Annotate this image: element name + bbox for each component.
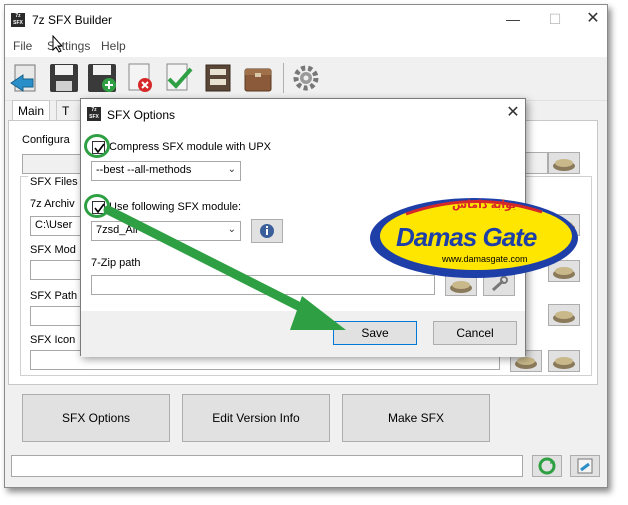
highlight-circle-module [84,194,110,218]
make-sfx-button[interactable]: Make SFX [342,394,490,442]
toolbar [5,57,607,101]
refresh-icon[interactable] [532,455,562,477]
dialog-app-icon: 7z SFX [87,107,101,121]
sfx-options-button[interactable]: SFX Options [22,394,170,442]
configuration-field[interactable] [22,154,82,174]
archive-path-field[interactable]: C:\User [30,216,82,236]
settings-gear-icon[interactable] [289,61,323,95]
delete-icon[interactable] [123,61,157,95]
upx-options-select[interactable]: --best --all-methods ⌄ [91,161,241,181]
minimize-button[interactable]: — [503,9,523,29]
open-icon[interactable] [9,61,43,95]
maximize-button[interactable]: ☐ [545,9,565,29]
app-icon: 7z SFX [11,13,25,27]
upx-options-value: --best --all-methods [96,164,192,176]
module-label: SFX Mod [30,244,76,256]
dialog-footer: Save Cancel [81,311,525,357]
dialog-title: SFX Options [107,108,176,122]
check-icon[interactable] [161,61,195,95]
edit-version-info-button[interactable]: Edit Version Info [182,394,330,442]
damasgate-logo: بوابة داماس Damas Gate www.damasgate.com [366,184,582,282]
title-bar: 7z SFX 7z SFX Builder — ☐ ✕ [5,5,607,35]
package-icon[interactable] [241,61,275,95]
menu-help[interactable]: Help [101,39,126,53]
info-button[interactable] [251,219,283,243]
close-button[interactable]: ✕ [583,9,603,29]
mouse-cursor-icon [52,35,64,53]
configuration-label: Configura [22,134,70,146]
chevron-down-icon: ⌄ [227,164,236,175]
logo-url-text: www.damasgate.com [442,254,528,264]
toolbar-separator [283,63,284,93]
window-title: 7z SFX Builder [32,13,113,27]
dialog-title-bar: 7z SFX SFX Options ✕ [81,99,525,129]
icon-label: SFX Icon [30,334,76,346]
archive-icon[interactable] [201,61,235,95]
config-load-icon[interactable] [548,152,580,174]
status-field [11,455,523,477]
info-icon [260,224,274,238]
menu-file[interactable]: File [13,39,32,53]
path-label: SFX Path [30,290,78,302]
dialog-close-icon[interactable]: ✕ [505,105,521,121]
path-field[interactable] [30,306,82,326]
sfx-files-label: SFX Files [28,176,80,188]
run-icon[interactable] [570,455,600,477]
logo-arabic-text: بوابة داماس [452,199,517,211]
use-module-label: Use following SFX module: [109,201,242,213]
menu-bar: File Settings Help [5,35,607,57]
save-button[interactable]: Save [333,321,417,345]
archive-label: 7z Archiv [30,198,75,210]
logo-brand-text: Damas Gate [396,222,537,252]
highlight-circle-compress [84,134,110,158]
sfx-module-value: 7zsd_All [96,224,138,236]
chevron-down-icon: ⌄ [227,224,236,235]
icon-load-icon[interactable] [548,350,580,372]
compress-upx-label: Compress SFX module with UPX [109,141,271,153]
zip-path-label: 7-Zip path [91,257,141,269]
path-browse-icon[interactable] [548,304,580,326]
module-field[interactable] [30,260,82,280]
save-icon[interactable] [47,61,81,95]
sfx-module-select[interactable]: 7zsd_All ⌄ [91,221,241,241]
save-as-icon[interactable] [85,61,119,95]
cancel-button[interactable]: Cancel [433,321,517,345]
tab-main[interactable]: Main [12,100,50,120]
